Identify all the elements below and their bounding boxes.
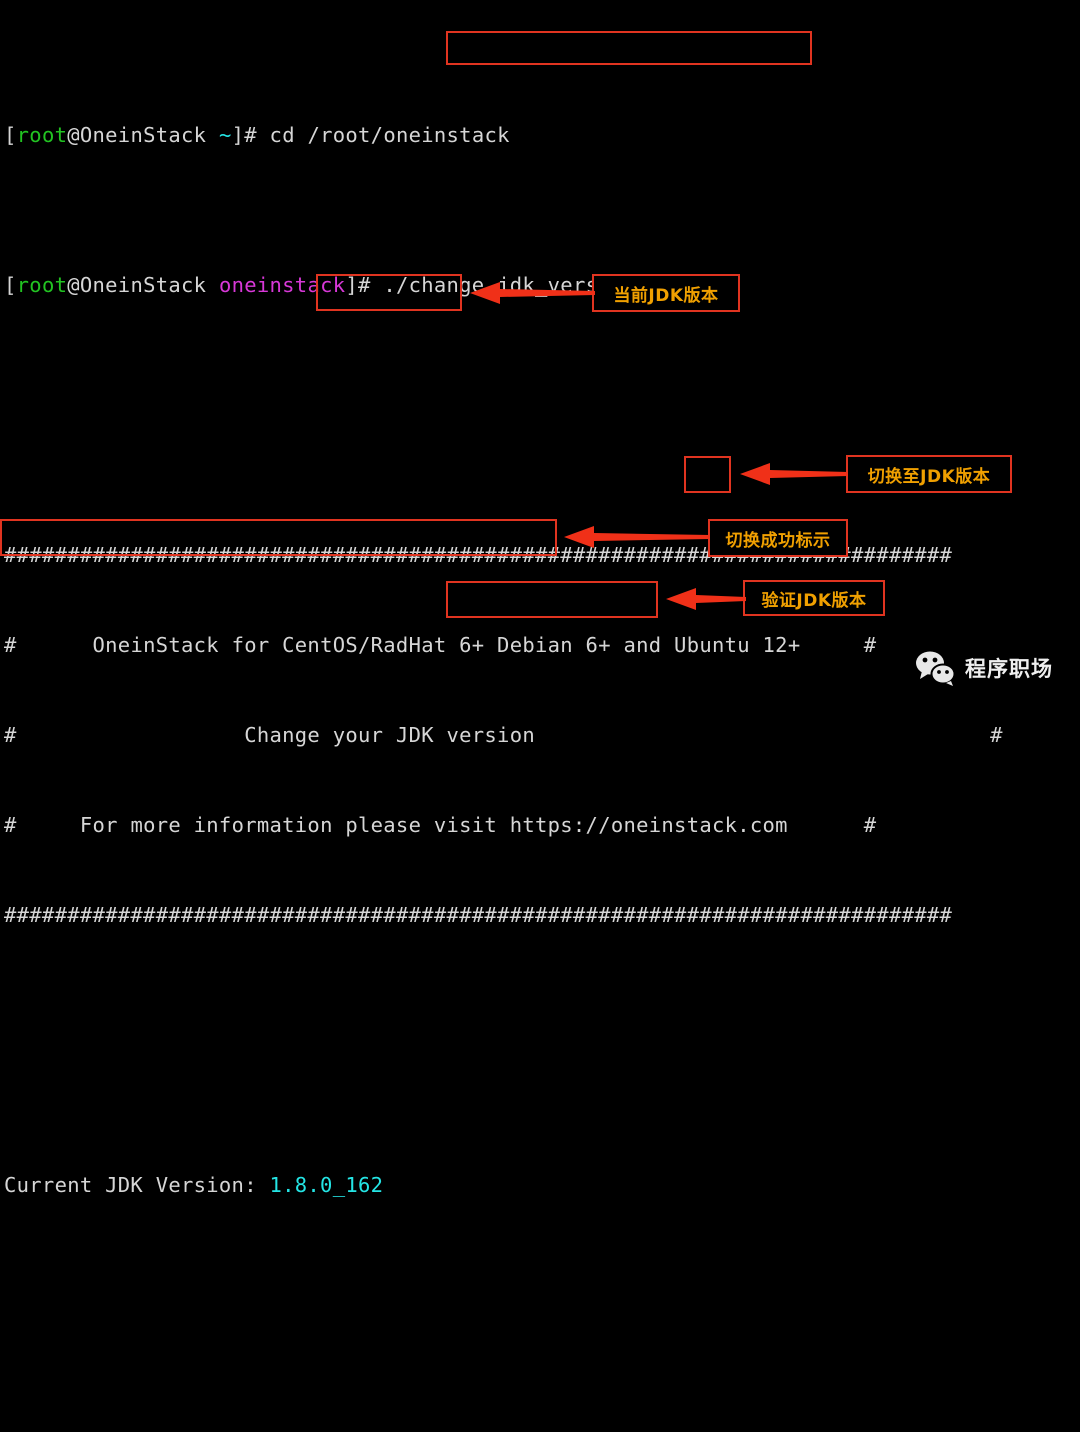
prompt-user: root	[16, 273, 68, 297]
arrow-to-success-message	[564, 526, 710, 548]
banner-rule-bottom: ########################################…	[4, 903, 953, 927]
prompt-tail: ]#	[345, 273, 384, 297]
banner-text-2: Change your JDK version	[244, 723, 535, 747]
banner-text-1: OneinStack for CentOS/RadHat 6+ Debian 6…	[92, 633, 801, 657]
banner-hash-left: #	[4, 633, 17, 657]
annotation-label: 验证JDK版本	[761, 590, 867, 611]
banner-text-3: For more information please visit https:…	[79, 813, 788, 837]
annotation-current-version: 当前JDK版本	[592, 274, 740, 312]
annotation-label: 当前JDK版本	[613, 285, 719, 306]
terminal-window[interactable]: [root@OneinStack ~]# cd /root/oneinstack…	[0, 0, 1080, 1197]
prompt-host: @OneinStack	[67, 273, 207, 297]
arrow-to-java-command	[666, 588, 746, 610]
command-cd: cd /root/oneinstack	[269, 123, 510, 147]
arrow-to-current-version	[470, 282, 595, 304]
watermark-text: 程序职场	[965, 657, 1053, 681]
prompt-user: root	[16, 123, 68, 147]
banner-line-2: # Change your JDK version #	[0, 720, 1080, 750]
watermark: 程序职场	[915, 650, 1053, 686]
prompt-bracket-open: [	[4, 123, 17, 147]
annotation-label: 切换至JDK版本	[867, 466, 991, 487]
banner-hash-left: #	[4, 813, 17, 837]
annotation-verify-version: 验证JDK版本	[743, 580, 885, 616]
prompt-work-dir: oneinstack	[218, 273, 346, 297]
banner-hash-left: #	[4, 723, 17, 747]
wechat-icon	[916, 651, 956, 686]
prompt-tail: ]#	[231, 123, 270, 147]
banner-line-3: # For more information please visit http…	[0, 810, 1080, 840]
current-jdk-version-label: Current JDK Version:	[4, 1173, 270, 1197]
annotation-switch-target: 切换至JDK版本	[846, 455, 1012, 493]
current-jdk-version-line: Current JDK Version: 1.8.0_162	[0, 1170, 1080, 1200]
current-jdk-version-value: 1.8.0_162	[269, 1173, 384, 1197]
prompt-host: @OneinStack	[67, 123, 207, 147]
prompt-bracket-open: [	[4, 273, 17, 297]
banner-rule-top: ########################################…	[4, 543, 953, 567]
terminal-line-cd: [root@OneinStack ~]# cd /root/oneinstack	[0, 120, 1080, 150]
annotation-label: 切换成功标示	[725, 530, 831, 551]
arrow-to-input-value	[740, 463, 848, 485]
banner-hash-right: #	[863, 633, 877, 657]
prompt-home-dir: ~	[218, 123, 232, 147]
banner-hash-right: #	[863, 813, 877, 837]
banner-hash-right: #	[990, 723, 1003, 747]
annotation-switch-success: 切换成功标示	[708, 519, 848, 557]
